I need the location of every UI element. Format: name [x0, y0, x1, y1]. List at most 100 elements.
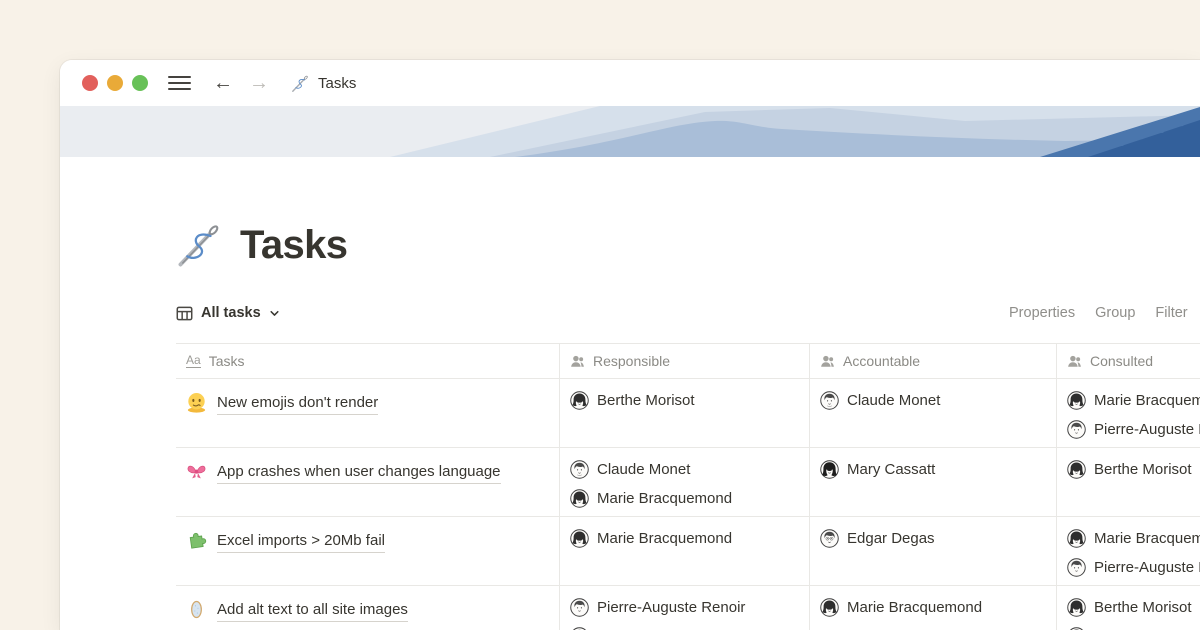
responsible-cell: Pierre-Auguste Renoir: [560, 586, 810, 630]
forward-arrow-icon[interactable]: →: [249, 73, 269, 93]
person-property-icon: [570, 354, 585, 369]
person-chip[interactable]: Pierre-Auguste Renoir: [570, 593, 809, 622]
page-title: Tasks: [240, 223, 347, 268]
task-cell: App crashes when user changes language: [176, 448, 560, 516]
person-chip[interactable]: Marie Bracquemond: [1067, 386, 1200, 415]
avatar: [570, 391, 589, 410]
person-chip[interactable]: Berthe Morisot: [570, 386, 809, 415]
person-chip[interactable]: Marie Bracquemond: [570, 484, 809, 513]
breadcrumb[interactable]: Tasks: [291, 74, 356, 93]
person-property-icon: [820, 354, 835, 369]
person-chip-partial[interactable]: [570, 622, 809, 630]
avatar: [820, 460, 839, 479]
avatar: [570, 529, 589, 548]
person-name: Mary Cassatt: [847, 461, 935, 478]
avatar: [570, 598, 589, 617]
accountable-cell: Mary Cassatt: [810, 448, 1057, 516]
responsible-cell: Berthe Morisot: [560, 379, 810, 447]
task-title-link[interactable]: New emojis don't render: [217, 392, 378, 415]
melting-face-icon: [186, 392, 207, 413]
avatar: [1067, 460, 1086, 479]
page-header: Tasks: [176, 217, 1200, 273]
avatar: [570, 489, 589, 508]
column-header-consulted[interactable]: Consulted: [1057, 344, 1200, 378]
person-name: Pierre-Auguste Renoir: [597, 599, 745, 616]
person-chip[interactable]: Marie Bracquemond: [570, 524, 809, 553]
person-name: Marie Bracquemond: [1094, 392, 1200, 409]
person-chip[interactable]: Berthe Morisot: [1067, 455, 1200, 484]
person-name: Berthe Morisot: [597, 392, 695, 409]
consulted-cell: Marie Bracquemond Pierre-Auguste Renoir: [1057, 379, 1200, 447]
person-name: Pierre-Auguste Renoir: [1094, 559, 1200, 576]
column-header-responsible[interactable]: Responsible: [560, 344, 810, 378]
avatar: [1067, 391, 1086, 410]
needle-and-thread-icon[interactable]: [176, 221, 224, 269]
accountable-cell: Claude Monet: [810, 379, 1057, 447]
person-chip[interactable]: Claude Monet: [570, 455, 809, 484]
responsible-cell: Marie Bracquemond: [560, 517, 810, 585]
column-header-accountable[interactable]: Accountable: [810, 344, 1057, 378]
table-row: App crashes when user changes language C…: [176, 448, 1200, 517]
person-name: Claude Monet: [597, 461, 690, 478]
window-titlebar: ← → Tasks: [60, 60, 1200, 106]
task-title-link[interactable]: Add alt text to all site images: [217, 599, 408, 622]
avatar: [1067, 558, 1086, 577]
person-name: Marie Bracquemond: [1094, 530, 1200, 547]
person-chip-partial[interactable]: [1067, 622, 1200, 630]
view-selector[interactable]: All tasks: [176, 305, 280, 322]
mountain-landscape: [60, 106, 1200, 157]
person-chip[interactable]: Marie Bracquemond: [820, 593, 1056, 622]
close-window-button[interactable]: [82, 75, 98, 91]
table-row: Add alt text to all site images Pierre-A…: [176, 586, 1200, 630]
task-cell: Add alt text to all site images: [176, 586, 560, 630]
accountable-cell: Edgar Degas: [810, 517, 1057, 585]
person-chip[interactable]: Claude Monet: [820, 386, 1056, 415]
cocoon-icon: [186, 599, 207, 620]
minimize-window-button[interactable]: [107, 75, 123, 91]
person-chip[interactable]: Edgar Degas: [820, 524, 1056, 553]
back-arrow-icon[interactable]: ←: [213, 73, 233, 93]
person-chip[interactable]: Pierre-Auguste Renoir: [1067, 553, 1200, 582]
avatar: [820, 598, 839, 617]
person-name: Pierre-Auguste Renoir: [1094, 421, 1200, 438]
puzzle-piece-icon: [186, 530, 207, 551]
properties-button[interactable]: Properties: [1009, 305, 1075, 321]
traffic-lights: [82, 75, 148, 91]
person-name: Berthe Morisot: [1094, 461, 1192, 478]
consulted-cell: Marie Bracquemond Pierre-Auguste Renoir: [1057, 517, 1200, 585]
group-button[interactable]: Group: [1095, 305, 1135, 321]
avatar: [820, 529, 839, 548]
task-title-link[interactable]: App crashes when user changes language: [217, 461, 501, 484]
text-property-icon: Aa: [186, 354, 201, 368]
chevron-down-icon: [269, 308, 280, 319]
table-header-row: Aa Tasks Responsible: [176, 343, 1200, 379]
person-name: Marie Bracquemond: [847, 599, 982, 616]
responsible-cell: Claude Monet Marie Bracquemond: [560, 448, 810, 516]
consulted-cell: Berthe Morisot: [1057, 448, 1200, 516]
app-window: ← → Tasks: [60, 60, 1200, 630]
person-property-icon: [1067, 354, 1082, 369]
avatar: [570, 460, 589, 479]
zoom-window-button[interactable]: [132, 75, 148, 91]
task-cell: Excel imports > 20Mb fail: [176, 517, 560, 585]
table-row: Excel imports > 20Mb fail Marie Bracquem…: [176, 517, 1200, 586]
task-cell: New emojis don't render: [176, 379, 560, 447]
consulted-cell: Berthe Morisot: [1057, 586, 1200, 630]
view-actions: Properties Group Filter: [1009, 297, 1188, 329]
person-chip[interactable]: Berthe Morisot: [1067, 593, 1200, 622]
accountable-cell: Marie Bracquemond: [810, 586, 1057, 630]
avatar: [820, 391, 839, 410]
breadcrumb-title: Tasks: [318, 75, 356, 92]
table-row: New emojis don't render Berthe Morisot C…: [176, 379, 1200, 448]
person-chip[interactable]: Marie Bracquemond: [1067, 524, 1200, 553]
filter-button[interactable]: Filter: [1155, 305, 1187, 321]
avatar: [1067, 598, 1086, 617]
person-chip[interactable]: Pierre-Auguste Renoir: [1067, 415, 1200, 444]
menu-icon[interactable]: [168, 76, 191, 91]
tasks-table: Aa Tasks Responsible: [176, 343, 1200, 630]
cover-image: [60, 106, 1200, 157]
person-chip[interactable]: Mary Cassatt: [820, 455, 1056, 484]
task-title-link[interactable]: Excel imports > 20Mb fail: [217, 530, 385, 553]
column-header-tasks[interactable]: Aa Tasks: [176, 344, 560, 378]
person-name: Marie Bracquemond: [597, 530, 732, 547]
